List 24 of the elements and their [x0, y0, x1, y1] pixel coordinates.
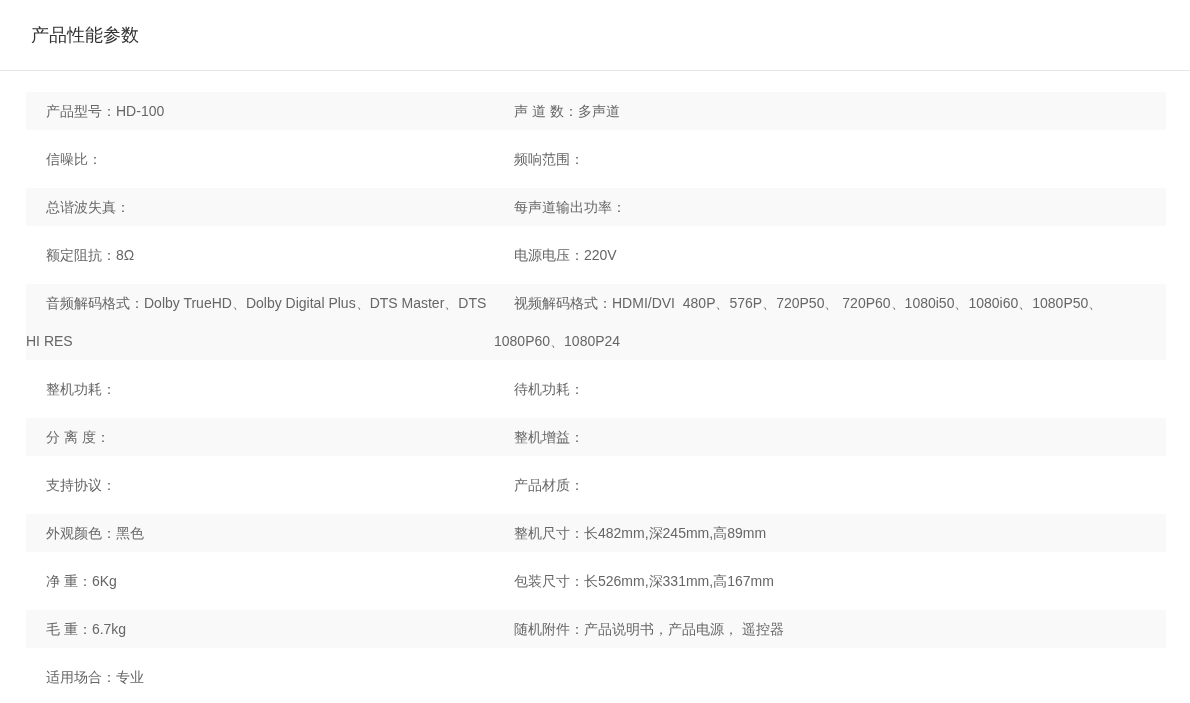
spec-text: 信噪比：	[45, 150, 103, 169]
spec-text: 整机增益：	[513, 428, 585, 447]
spec-text: 毛 重：6.7kg	[45, 620, 128, 639]
spec-text: 外观颜色：黑色	[45, 524, 145, 543]
spec-text: 额定阻抗：8Ω	[45, 246, 136, 265]
spec-text: 净 重：6Kg	[45, 572, 118, 591]
spec-text: 整机尺寸：长482mm,深245mm,高89mm	[513, 524, 768, 543]
spec-text: 总谐波失真：	[45, 198, 131, 217]
spec-text: 整机功耗：	[45, 380, 117, 399]
spec-text: 每声道输出功率：	[513, 198, 627, 217]
section-title: 产品性能参数	[31, 24, 139, 47]
spec-text: 包装尺寸：长526mm,深331mm,高167mm	[513, 572, 775, 591]
spec-text: 声 道 数：多声道	[513, 102, 621, 121]
spec-text: 视频解码格式：HDMI/DVI 480P、576P、720P50、 720P60、1080i50、1080i60、1080P50、1080P60、1080P24	[494, 294, 1104, 351]
spec-text: 产品型号：HD-100	[45, 102, 166, 121]
spec-text: 适用场合：专业	[45, 668, 145, 687]
spec-text: 电源电压：220V	[513, 246, 618, 265]
spec-text: 待机功耗：	[513, 380, 585, 399]
spec-text: 产品材质：	[513, 476, 585, 495]
spec-text: 支持协议：	[45, 476, 117, 495]
spec-text: 音频解码格式：Dolby TrueHD、Dolby Digital Plus、DTS Master、DTS HI RES	[26, 294, 488, 351]
spec-text: 频响范围：	[513, 150, 585, 169]
spec-text: 随机附件：产品说明书，产品电源， 遥控器	[513, 620, 785, 639]
spec-text: 分 离 度：	[45, 428, 111, 447]
